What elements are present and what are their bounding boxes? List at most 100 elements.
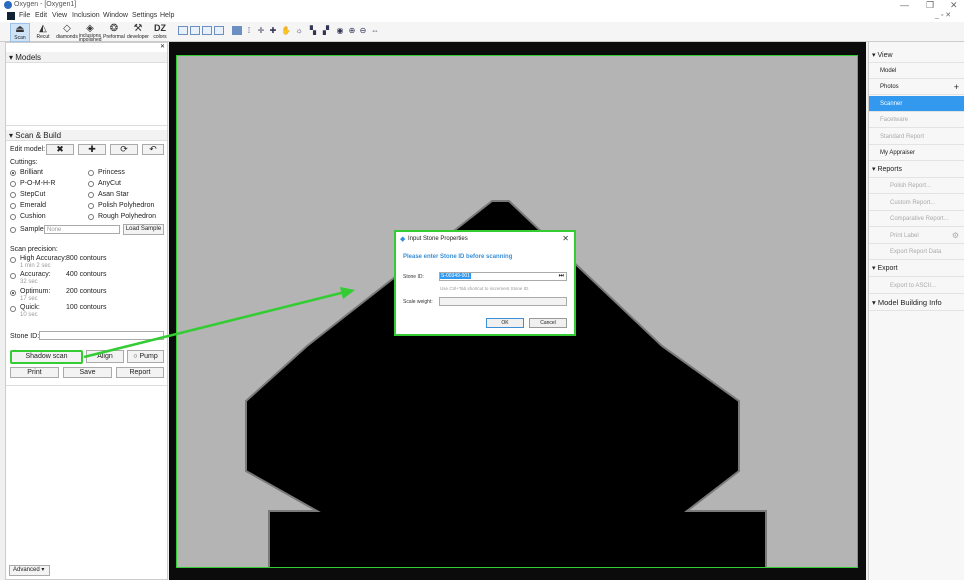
radio-cushion[interactable]	[10, 214, 16, 220]
measure-icon-1[interactable]: ▚	[308, 26, 318, 36]
delete-model-button[interactable]: ✖	[46, 144, 74, 155]
view-header[interactable]: ▾ View	[869, 49, 964, 63]
menu-file[interactable]: File	[19, 12, 30, 19]
close-icon[interactable]: ✕	[562, 234, 569, 243]
scale-weight-label: Scale weight:	[403, 299, 433, 305]
export-header[interactable]: ▾ Export	[869, 261, 964, 277]
model-building-info-header[interactable]: ▾ Model Building Info	[869, 295, 964, 311]
dialog-stone-id-input[interactable]: S-00349-001 ⏭	[439, 272, 567, 281]
radio-asanstar[interactable]	[88, 192, 94, 198]
report-custom[interactable]: Custom Report...	[869, 195, 964, 211]
stone-id-label: Stone ID:	[10, 333, 40, 340]
sample-select[interactable]: None	[44, 225, 120, 234]
minimize-button[interactable]: —	[900, 0, 909, 10]
radio-princess[interactable]	[88, 170, 94, 176]
layout-icon-3[interactable]	[202, 26, 212, 35]
move-icon[interactable]: ✛	[256, 26, 266, 36]
crosshair-icon[interactable]: ✚	[268, 26, 278, 36]
fit-icon[interactable]: ⇔	[370, 26, 380, 36]
radio-anycut[interactable]	[88, 181, 94, 187]
load-sample-button[interactable]: Load Sample	[123, 224, 164, 235]
close-button[interactable]: ✕	[950, 0, 958, 11]
radio-high-accuracy[interactable]	[10, 257, 16, 263]
cancel-button[interactable]: Cancel	[529, 318, 567, 328]
reports-header[interactable]: ▾ Reports	[869, 162, 964, 178]
radio-quick[interactable]	[10, 306, 16, 312]
view-item-my-appraiser[interactable]: My Appraiser	[869, 145, 964, 161]
radio-stepcut[interactable]	[10, 192, 16, 198]
report-comparative[interactable]: Comparative Report...	[869, 211, 964, 227]
restore-button[interactable]: ❐	[926, 0, 934, 11]
export-ascii[interactable]: Export to ASCII...	[869, 278, 964, 294]
stone-id-input[interactable]	[39, 331, 164, 340]
advanced-dropdown[interactable]: Advanced ▾	[9, 565, 50, 576]
zoom-in-icon[interactable]: ⊕	[347, 26, 357, 36]
grid-view-icon[interactable]	[232, 26, 242, 35]
pan-hand-icon[interactable]: ✋	[281, 26, 291, 36]
colors-tool-button[interactable]: DZ colors	[151, 23, 169, 42]
menu-view[interactable]: View	[52, 12, 67, 19]
main-toolbar: ⏏ Scan ◭ Recut ◇ diamonds ◈ inclusions inpol…	[0, 22, 964, 43]
scan-tool-button[interactable]: ⏏ Scan	[10, 23, 30, 42]
add-model-button[interactable]: ✚	[78, 144, 106, 155]
radio-label: P-O-M-H-R	[20, 180, 56, 187]
view-item-facetware[interactable]: Facetware	[869, 112, 964, 128]
menu-edit[interactable]: Edit	[35, 12, 47, 19]
mdi-controls[interactable]: _ ▫ ✕	[935, 11, 951, 19]
developer-tool-button[interactable]: ⚒ developer	[127, 23, 149, 42]
recut-tool-button[interactable]: ◭ Recut	[33, 23, 53, 42]
increment-icon[interactable]: ⏭	[559, 273, 564, 280]
radio-rough-polyhedron[interactable]	[88, 214, 94, 220]
app-menu-icon[interactable]	[7, 12, 15, 20]
radio-polish-polyhedron[interactable]	[88, 203, 94, 209]
view-item-standard-report[interactable]: Standard Report	[869, 129, 964, 145]
align-button[interactable]: Align	[86, 350, 124, 363]
sun-icon[interactable]: ☼	[294, 26, 304, 36]
radio-pomhr[interactable]	[10, 181, 16, 187]
radio-emerald[interactable]	[10, 203, 16, 209]
measure-icon-2[interactable]: ▞	[321, 26, 331, 36]
view-item-model[interactable]: Model	[869, 63, 964, 79]
window-title: Oxygen - [Oxygen1]	[14, 1, 77, 8]
diamonds-tool-button[interactable]: ◇ diamonds	[56, 23, 78, 42]
inclusions-tool-button[interactable]: ◈ inclusions inpolished	[79, 23, 102, 43]
panel-close-icon[interactable]: ✕	[160, 43, 165, 50]
layout-icon-4[interactable]	[214, 26, 224, 35]
layout-icon-1[interactable]	[178, 26, 188, 35]
preformal-tool-button[interactable]: ❂ Preformal	[103, 23, 125, 42]
gear-icon[interactable]: ⚙	[952, 228, 959, 244]
ok-button[interactable]: OK	[486, 318, 524, 328]
shadow-scan-button[interactable]: Shadow scan	[10, 350, 83, 364]
view-item-scanner[interactable]: Scanner	[869, 96, 964, 112]
models-header[interactable]: ▾ Models	[6, 52, 167, 63]
precision-time: 17 sec	[20, 296, 38, 302]
radio-sample[interactable]	[10, 227, 16, 233]
radio-accuracy[interactable]	[10, 273, 16, 279]
layout-icon-2[interactable]	[190, 26, 200, 35]
report-button[interactable]: Report	[116, 367, 164, 378]
menu-settings[interactable]: Settings	[132, 12, 157, 19]
cuttings-label: Cuttings:	[10, 159, 38, 166]
vertical-line-icon[interactable]: ⁞	[244, 26, 254, 36]
radio-optimum[interactable]	[10, 290, 16, 296]
report-print-label[interactable]: Print Label ⚙	[869, 228, 964, 244]
precision-time: 10 sec	[20, 312, 38, 318]
menu-help[interactable]: Help	[160, 12, 174, 19]
save-button[interactable]: Save	[63, 367, 112, 378]
menu-inclusion[interactable]: Inclusion	[72, 12, 100, 19]
zoom-out-icon[interactable]: ⊖	[358, 26, 368, 36]
circle-icon: ○	[133, 353, 138, 360]
pump-button[interactable]: ○ Pump	[127, 350, 164, 363]
menu-window[interactable]: Window	[103, 12, 128, 19]
report-polish[interactable]: Polish Report...	[869, 178, 964, 194]
refresh-model-button[interactable]: ⟳	[110, 144, 138, 155]
scan-build-header[interactable]: ▾ Scan & Build	[6, 130, 167, 141]
print-button[interactable]: Print	[10, 367, 59, 378]
scale-weight-input[interactable]	[439, 297, 567, 306]
radio-brilliant[interactable]	[10, 170, 16, 176]
report-export-data[interactable]: Export Report Data	[869, 244, 964, 260]
plus-icon[interactable]: +	[954, 79, 959, 95]
view-icon[interactable]: ◉	[335, 26, 345, 36]
view-item-photos[interactable]: Photos +	[869, 79, 964, 95]
undo-model-button[interactable]: ↶	[142, 144, 164, 155]
